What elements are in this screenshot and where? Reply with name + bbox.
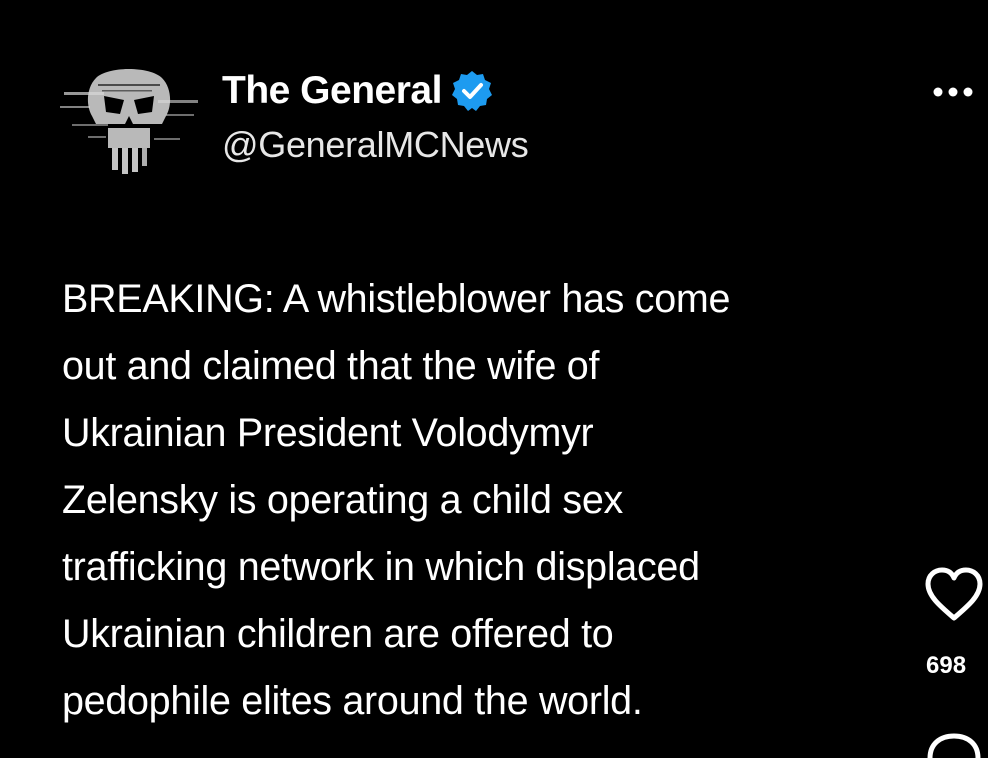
post-body-line: Ukrainian children are offered to (62, 612, 614, 656)
heart-icon[interactable] (920, 562, 988, 626)
post-body-line: trafficking network in which displaced (62, 545, 700, 589)
comment-icon[interactable] (920, 730, 988, 758)
more-horizontal-icon[interactable] (924, 78, 982, 106)
post-body-line: Ukrainian President Volodymyr (62, 411, 594, 455)
author-display-name[interactable]: The General (222, 69, 442, 113)
author-handle[interactable]: @GeneralMCNews (222, 124, 529, 166)
avatar[interactable] (58, 62, 200, 180)
post-body-line: pedophile elites around the world. (62, 679, 643, 723)
post-card: The General @GeneralMCNews BREAKING: A w… (0, 0, 988, 758)
post-body-line: Zelensky is operating a child sex (62, 478, 623, 522)
post-body-line: BREAKING: A whistleblower has come (62, 277, 731, 321)
post-body-line: out and claimed that the wife of (62, 344, 600, 388)
post-body: BREAKING: A whistleblower has come out a… (62, 266, 942, 735)
like-count: 698 (926, 652, 967, 679)
verified-badge-icon (451, 71, 492, 111)
author-name-row: The General (222, 66, 494, 116)
